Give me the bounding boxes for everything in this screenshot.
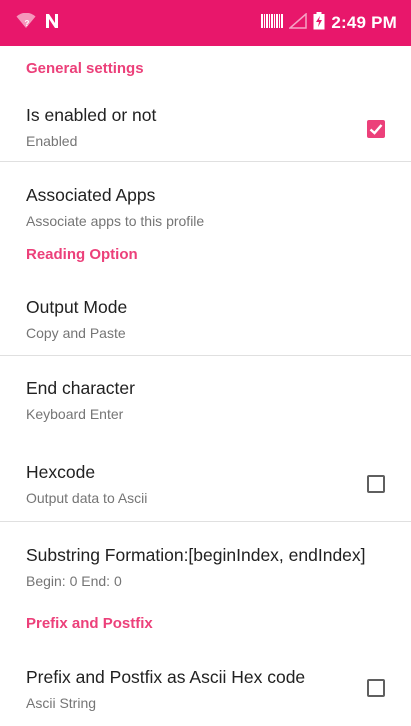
svg-text:?: ? xyxy=(25,19,30,28)
pref-substring-formation[interactable]: Substring Formation:[beginIndex, endInde… xyxy=(0,522,411,602)
section-header-general: General settings xyxy=(26,60,144,77)
pref-associated-apps[interactable]: Associated Apps Associate apps to this p… xyxy=(0,162,411,238)
pref-summary: Begin: 0 End: 0 xyxy=(26,573,122,589)
check-icon xyxy=(369,124,383,135)
wifi-icon: ? xyxy=(16,12,36,34)
pref-title: Is enabled or not xyxy=(26,105,157,125)
pref-title: Hexcode xyxy=(26,462,96,482)
status-bar-left: ? xyxy=(16,12,60,34)
settings-list: General settings Is enabled or not Enabl… xyxy=(0,46,411,726)
pref-summary: Associate apps to this profile xyxy=(26,213,205,229)
pref-summary: Output data to Ascii xyxy=(26,490,148,506)
status-time: 2:49 PM xyxy=(331,13,397,32)
enabled-checkbox[interactable] xyxy=(367,120,385,138)
hexcode-checkbox[interactable] xyxy=(367,475,385,493)
nfc-n-icon xyxy=(44,13,60,34)
pref-summary: Keyboard Enter xyxy=(26,406,124,422)
pref-output-mode[interactable]: Output Mode Copy and Paste xyxy=(0,272,411,355)
signal-icon xyxy=(288,11,308,34)
status-bar: ? 2:49 PM xyxy=(0,0,411,46)
pref-end-character[interactable]: End character Keyboard Enter xyxy=(0,356,411,439)
battery-charging-icon xyxy=(313,11,325,35)
pref-summary: Copy and Paste xyxy=(26,325,126,341)
pref-prefix-postfix-hex[interactable]: Prefix and Postfix as Ascii Hex code Asc… xyxy=(0,646,411,726)
pref-is-enabled[interactable]: Is enabled or not Enabled xyxy=(0,92,411,161)
prefix-hex-checkbox[interactable] xyxy=(367,679,385,697)
pref-title: Substring Formation:[beginIndex, endInde… xyxy=(26,545,366,565)
pref-summary: Ascii String xyxy=(26,695,97,711)
section-header-prefix: Prefix and Postfix xyxy=(26,615,153,632)
pref-title: Output Mode xyxy=(26,297,128,317)
section-header-reading: Reading Option xyxy=(26,246,138,263)
pref-hexcode[interactable]: Hexcode Output data to Ascii xyxy=(0,439,411,521)
pref-title: End character xyxy=(26,378,135,398)
pref-title: Associated Apps xyxy=(26,185,156,205)
barcode-icon xyxy=(261,13,284,33)
pref-title: Prefix and Postfix as Ascii Hex code xyxy=(26,667,306,687)
pref-summary: Enabled xyxy=(26,133,78,149)
status-bar-right: 2:49 PM xyxy=(261,11,397,35)
